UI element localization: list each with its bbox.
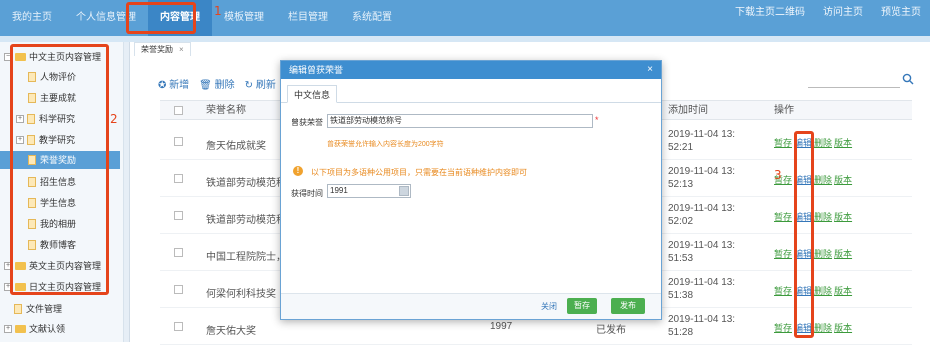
close-icon[interactable]: × (647, 61, 653, 79)
top-nav: 我的主页 个人信息管理 内容管理 模板管理 栏目管理 系统配置 (0, 0, 404, 36)
annotation-box-edit-links (794, 131, 814, 338)
tab-honors[interactable]: 荣誉奖励 × (134, 42, 191, 56)
expand-icon[interactable]: + (4, 325, 12, 333)
row-checkbox[interactable] (174, 137, 183, 146)
delete-link[interactable]: 删除 (814, 249, 832, 259)
header-ops: 操作 (774, 105, 794, 116)
honor-input[interactable]: 铁道部劳动模范称号 (327, 114, 593, 128)
delete-link[interactable]: 删除 (814, 286, 832, 296)
document-icon (14, 304, 22, 314)
preview-homepage-link[interactable]: 预览主页 (872, 0, 930, 26)
row-actions: 暂存 编辑 删除 版本 (774, 284, 854, 297)
version-link[interactable]: 版本 (834, 138, 852, 148)
annotation-box-content-nav (126, 2, 196, 34)
header-name: 荣誉名称 (206, 105, 246, 116)
nav-system-config[interactable]: 系统配置 (340, 0, 404, 36)
save-draft-link[interactable]: 暂存 (774, 138, 792, 148)
top-right-links: 下载主页二维码 访问主页 预览主页 (726, 0, 930, 26)
add-button[interactable]: ✪ 新增 (158, 76, 189, 91)
row-actions: 暂存 编辑 删除 版本 (774, 210, 854, 223)
edit-honor-dialog: 编辑曾获荣誉 × 中文信息 曾获荣誉 铁道部劳动模范称号 * 曾获荣誉允许输入内… (280, 60, 662, 320)
version-link[interactable]: 版本 (834, 286, 852, 296)
delete-link[interactable]: 删除 (814, 212, 832, 222)
save-draft-link[interactable]: 暂存 (774, 249, 792, 259)
row-actions: 暂存 编辑 删除 版本 (774, 136, 854, 149)
row-checkbox[interactable] (174, 322, 183, 331)
row-checkbox[interactable] (174, 285, 183, 294)
add-time: 2019-11-04 13:52:21 (668, 129, 736, 153)
annotation-label-3: 3 (774, 168, 782, 182)
save-draft-link[interactable]: 暂存 (774, 212, 792, 222)
toolbar: ✪ 新增 🗑 删除 ↻ 刷新 (158, 76, 276, 91)
dialog-header: 编辑曾获荣誉 × (281, 61, 661, 79)
nav-column-management[interactable]: 栏目管理 (276, 0, 340, 36)
close-icon[interactable]: × (179, 45, 184, 54)
honor-name: 中国工程院院士， (206, 252, 286, 263)
add-time: 2019-11-04 13:52:13 (668, 166, 736, 190)
publish-button[interactable]: 发布 (611, 298, 645, 314)
row-checkbox[interactable] (174, 174, 183, 183)
sidebar-item-literature[interactable]: + 文献认领 (4, 320, 65, 338)
honor-field-label: 曾获荣誉 (291, 118, 323, 127)
row-checkbox[interactable] (174, 248, 183, 257)
search-icon[interactable] (902, 73, 914, 85)
search-input[interactable] (808, 74, 900, 88)
honor-name: 詹天佑成就奖 (206, 141, 266, 152)
version-link[interactable]: 版本 (834, 175, 852, 185)
save-draft-button[interactable]: 暂存 (567, 298, 597, 314)
row-checkbox[interactable] (174, 211, 183, 220)
tab-strip: 荣誉奖励 × (130, 42, 930, 56)
calendar-icon[interactable] (399, 186, 409, 196)
version-link[interactable]: 版本 (834, 212, 852, 222)
add-time: 2019-11-04 13:51:38 (668, 277, 736, 301)
honor-name: 詹天佑大奖 (206, 326, 256, 337)
tab-chinese-info[interactable]: 中文信息 (287, 85, 338, 103)
dialog-footer: 关闭 暂存 发布 (281, 293, 661, 319)
annotation-box-sidebar (10, 44, 109, 295)
sidebar-item-files[interactable]: 文件管理 (14, 300, 62, 318)
annotation-label-1: 1 (214, 4, 222, 18)
time-field-label: 获得时间 (291, 189, 323, 198)
delete-link[interactable]: 删除 (814, 138, 832, 148)
select-all-checkbox[interactable] (174, 106, 183, 115)
nav-my-homepage[interactable]: 我的主页 (0, 0, 64, 36)
required-marker: * (595, 115, 599, 125)
save-draft-link[interactable]: 暂存 (774, 286, 792, 296)
multilingual-hint: 以下项目为多语种公用项目，只需要在当前语种维护内容即可 (311, 168, 527, 177)
visit-homepage-link[interactable]: 访问主页 (814, 0, 872, 26)
header-time: 添加时间 (668, 105, 708, 116)
dialog-tabs: 中文信息 (281, 83, 661, 103)
version-link[interactable]: 版本 (834, 323, 852, 333)
delete-link[interactable]: 删除 (814, 323, 832, 333)
honor-name: 何梁何利科技奖 (206, 289, 276, 300)
sidebar-splitter[interactable] (124, 42, 130, 342)
honor-length-hint: 曾获荣誉允许输入内容长度为200字符 (327, 141, 444, 148)
add-time: 2019-11-04 13:51:28 (668, 314, 736, 338)
add-time: 2019-11-04 13:52:02 (668, 203, 736, 227)
version-link[interactable]: 版本 (834, 249, 852, 259)
honor-year: 1997 (490, 321, 513, 332)
status-badge: 已发布 (596, 325, 626, 336)
refresh-button[interactable]: ↻ 刷新 (245, 76, 276, 91)
add-time: 2019-11-04 13:51:53 (668, 240, 736, 264)
delete-button[interactable]: 🗑 删除 (199, 76, 234, 91)
annotation-label-2: 2 (110, 112, 118, 126)
delete-link[interactable]: 删除 (814, 175, 832, 185)
row-actions: 暂存 编辑 删除 版本 (774, 173, 854, 186)
row-actions: 暂存 编辑 删除 版本 (774, 247, 854, 260)
download-qrcode-link[interactable]: 下载主页二维码 (726, 0, 814, 26)
dialog-title: 编辑曾获荣誉 (289, 65, 344, 75)
honor-name: 铁道部劳动模范称 (206, 215, 286, 226)
row-actions: 暂存 编辑 删除 版本 (774, 321, 854, 334)
close-button[interactable]: 关闭 (541, 301, 557, 312)
folder-icon (15, 325, 26, 333)
warning-icon: ! (293, 166, 303, 176)
save-draft-link[interactable]: 暂存 (774, 323, 792, 333)
